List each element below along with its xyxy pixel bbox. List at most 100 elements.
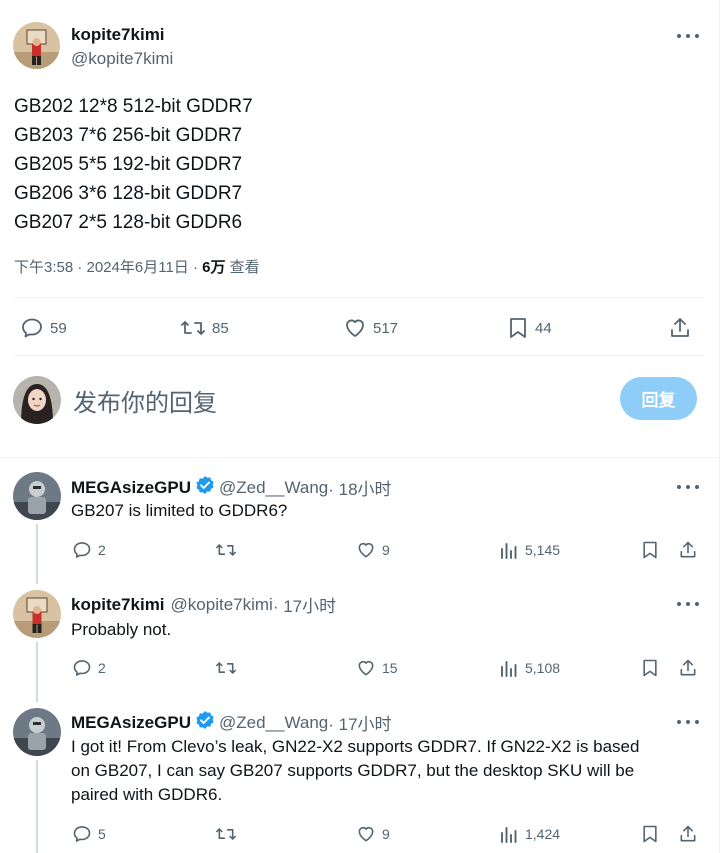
- views-icon: [501, 543, 517, 559]
- views-action[interactable]: 5,145: [499, 540, 560, 560]
- reply-author-name[interactable]: MEGAsizeGPU: [71, 478, 191, 498]
- reply-count: 2: [98, 542, 106, 558]
- reply-time[interactable]: · 17小时: [273, 592, 336, 617]
- share-action[interactable]: [668, 316, 692, 340]
- reply-action[interactable]: 5: [72, 824, 106, 844]
- reply-avatar[interactable]: [13, 590, 61, 638]
- retweet-action[interactable]: [215, 824, 243, 844]
- share-icon: [680, 541, 696, 558]
- verified-badge-icon: [195, 710, 215, 735]
- bookmark-action[interactable]: 44: [507, 316, 552, 340]
- views-icon: [501, 827, 517, 843]
- reply-time[interactable]: · 17小时: [328, 710, 391, 735]
- like-count: 9: [382, 826, 390, 842]
- tweet-line: GB205 5*5 192-bit GDDR7: [14, 154, 243, 175]
- reply-icon: [22, 318, 42, 338]
- retweet-count: 85: [212, 319, 229, 337]
- bookmark-icon: [643, 659, 657, 677]
- reply-item[interactable]: kopite7kimi @kopite7kimi · 17小时 Probably…: [0, 576, 719, 702]
- like-action[interactable]: 517: [343, 316, 398, 340]
- share-action[interactable]: [678, 540, 698, 560]
- retweet-action[interactable]: [215, 540, 243, 560]
- author-avatar[interactable]: [13, 22, 60, 69]
- bookmark-action[interactable]: [640, 824, 660, 844]
- like-count: 15: [382, 660, 398, 676]
- reply-author-handle[interactable]: @Zed__Wang: [219, 713, 328, 733]
- verified-badge-icon: [195, 475, 215, 500]
- reply-text-line: paired with GDDR6.: [71, 785, 223, 804]
- bookmark-icon: [643, 825, 657, 843]
- tweet-line: GB207 2*5 128-bit GDDR6: [14, 212, 243, 233]
- like-icon: [358, 542, 374, 558]
- bookmark-icon: [510, 318, 526, 338]
- reply-text: Probably not.: [71, 620, 172, 639]
- reply-time[interactable]: · 18小时: [328, 475, 391, 500]
- views-count: 6万: [202, 259, 226, 276]
- reply-author-handle[interactable]: @Zed__Wang: [219, 478, 328, 498]
- tweet-detail-page: kopite7kimi @kopite7kimi GB202 12*8 512-…: [0, 0, 720, 853]
- reply-icon: [73, 826, 91, 842]
- reply-item[interactable]: MEGAsizeGPU @Zed__Wang · 17小时 I got it! …: [0, 694, 719, 853]
- reply-icon: [73, 660, 91, 676]
- retweet-icon: [216, 544, 236, 556]
- views-action[interactable]: 5,108: [499, 658, 560, 678]
- like-count: 517: [373, 319, 399, 337]
- like-icon: [358, 826, 374, 842]
- reply-author-name[interactable]: MEGAsizeGPU: [71, 713, 191, 733]
- more-icon[interactable]: [677, 601, 699, 607]
- reply-count: 5: [98, 826, 106, 842]
- author-name[interactable]: kopite7kimi: [71, 25, 165, 45]
- like-action[interactable]: 9: [356, 540, 390, 560]
- reply-item[interactable]: MEGAsizeGPU @Zed__Wang · 18小时 GB207 is l…: [0, 458, 719, 584]
- share-icon: [680, 825, 696, 842]
- retweet-action[interactable]: [215, 658, 243, 678]
- reply-header: MEGAsizeGPU @Zed__Wang · 18小时: [71, 475, 392, 500]
- reply-text-line: on GB207, I can say GB207 supports GDDR7…: [71, 761, 635, 780]
- tweet-timestamp[interactable]: 下午3:58 · 2024年6月11日 ·: [14, 259, 202, 276]
- thread-line: [36, 524, 38, 584]
- bookmark-count: 44: [535, 319, 552, 337]
- reply-icon: [73, 542, 91, 558]
- reply-action[interactable]: 2: [72, 540, 106, 560]
- reply-author-name[interactable]: kopite7kimi: [71, 595, 165, 615]
- bookmark-action[interactable]: [640, 658, 660, 678]
- retweet-action[interactable]: 85: [180, 316, 229, 340]
- views-action[interactable]: 1,424: [499, 824, 560, 844]
- reply-author-handle[interactable]: @kopite7kimi: [171, 595, 273, 615]
- views-count: 5,108: [525, 660, 561, 676]
- reply-avatar[interactable]: [13, 472, 61, 520]
- reply-avatar[interactable]: [13, 708, 61, 756]
- reply-text-line: I got it! From Clevo’s leak, GN22-X2 sup…: [71, 737, 640, 756]
- views-label: 查看: [225, 259, 260, 276]
- more-icon[interactable]: [677, 484, 699, 490]
- bookmark-action[interactable]: [640, 540, 660, 560]
- like-action[interactable]: 15: [356, 658, 398, 678]
- retweet-icon: [216, 662, 236, 674]
- reply-header: kopite7kimi @kopite7kimi · 17小时: [71, 592, 336, 617]
- share-icon: [671, 318, 689, 337]
- tweet-line: GB202 12*8 512-bit GDDR7: [14, 96, 253, 117]
- reply-input[interactable]: 发布你的回复: [73, 383, 217, 418]
- tweet-meta: 下午3:58 · 2024年6月11日 · 6万 查看: [14, 256, 260, 277]
- like-icon: [358, 660, 374, 676]
- reply-action[interactable]: 2: [72, 658, 106, 678]
- more-icon[interactable]: [677, 33, 699, 39]
- reply-button[interactable]: 回复: [620, 377, 697, 420]
- current-user-avatar[interactable]: [13, 376, 61, 424]
- reply-count: 59: [50, 319, 67, 337]
- like-count: 9: [382, 542, 390, 558]
- share-icon: [680, 659, 696, 676]
- retweet-icon: [216, 828, 236, 840]
- views-icon: [501, 661, 517, 677]
- share-action[interactable]: [678, 658, 698, 678]
- views-count: 5,145: [525, 542, 561, 558]
- reply-action[interactable]: 59: [20, 316, 67, 340]
- tweet-line: GB203 7*6 256-bit GDDR7: [14, 125, 243, 146]
- divider: [14, 297, 705, 298]
- divider: [14, 355, 705, 356]
- like-action[interactable]: 9: [356, 824, 390, 844]
- share-action[interactable]: [678, 824, 698, 844]
- tweet-text: GB202 12*8 512-bit GDDR7 GB203 7*6 256-b…: [14, 92, 253, 237]
- more-icon[interactable]: [677, 719, 699, 725]
- author-handle[interactable]: @kopite7kimi: [71, 49, 173, 69]
